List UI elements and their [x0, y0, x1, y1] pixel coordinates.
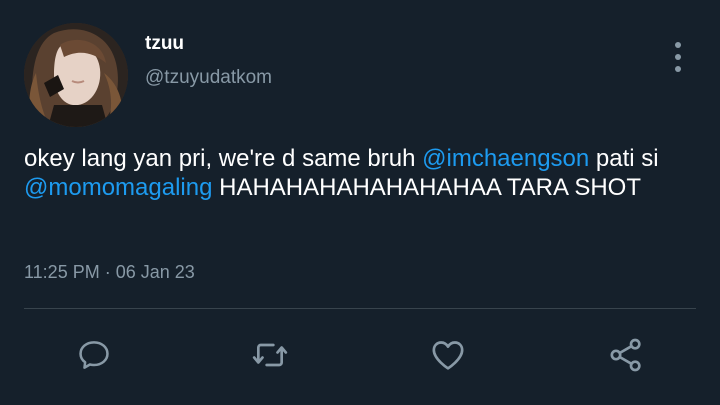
- like-button[interactable]: [428, 335, 468, 375]
- speech-bubble-icon: [79, 341, 109, 369]
- retweet-icon: [252, 343, 288, 367]
- heart-icon: [432, 341, 464, 370]
- tweet-text-segment: HAHAHAHAHAHAHAHAA TARA SHOT: [212, 174, 641, 201]
- tweet-text: okey lang yan pri, we're d same bruh @im…: [24, 144, 704, 202]
- reply-button[interactable]: [74, 335, 114, 375]
- more-options-button[interactable]: [666, 42, 690, 72]
- retweet-button[interactable]: [250, 335, 290, 375]
- tweet-text-segment: pati si: [589, 145, 659, 172]
- more-dot-icon: [675, 42, 681, 48]
- share-button[interactable]: [606, 335, 646, 375]
- display-name[interactable]: tzuu: [145, 33, 184, 55]
- more-dot-icon: [675, 54, 681, 60]
- tweet-detail: tzuu @tzuyudatkom okey lang yan pri, we'…: [0, 0, 720, 405]
- divider: [24, 308, 696, 309]
- profile-photo: [24, 23, 128, 127]
- user-handle[interactable]: @tzuyudatkom: [145, 67, 272, 89]
- tweet-text-segment: okey lang yan pri, we're d same bruh: [24, 145, 423, 172]
- mention-link[interactable]: @momomagaling: [24, 174, 212, 201]
- tweet-timestamp: 11:25 PM · 06 Jan 23: [24, 262, 195, 282]
- more-dot-icon: [675, 66, 681, 72]
- mention-link[interactable]: @imchaengson: [422, 145, 589, 172]
- avatar[interactable]: [24, 23, 128, 127]
- share-icon: [610, 338, 641, 372]
